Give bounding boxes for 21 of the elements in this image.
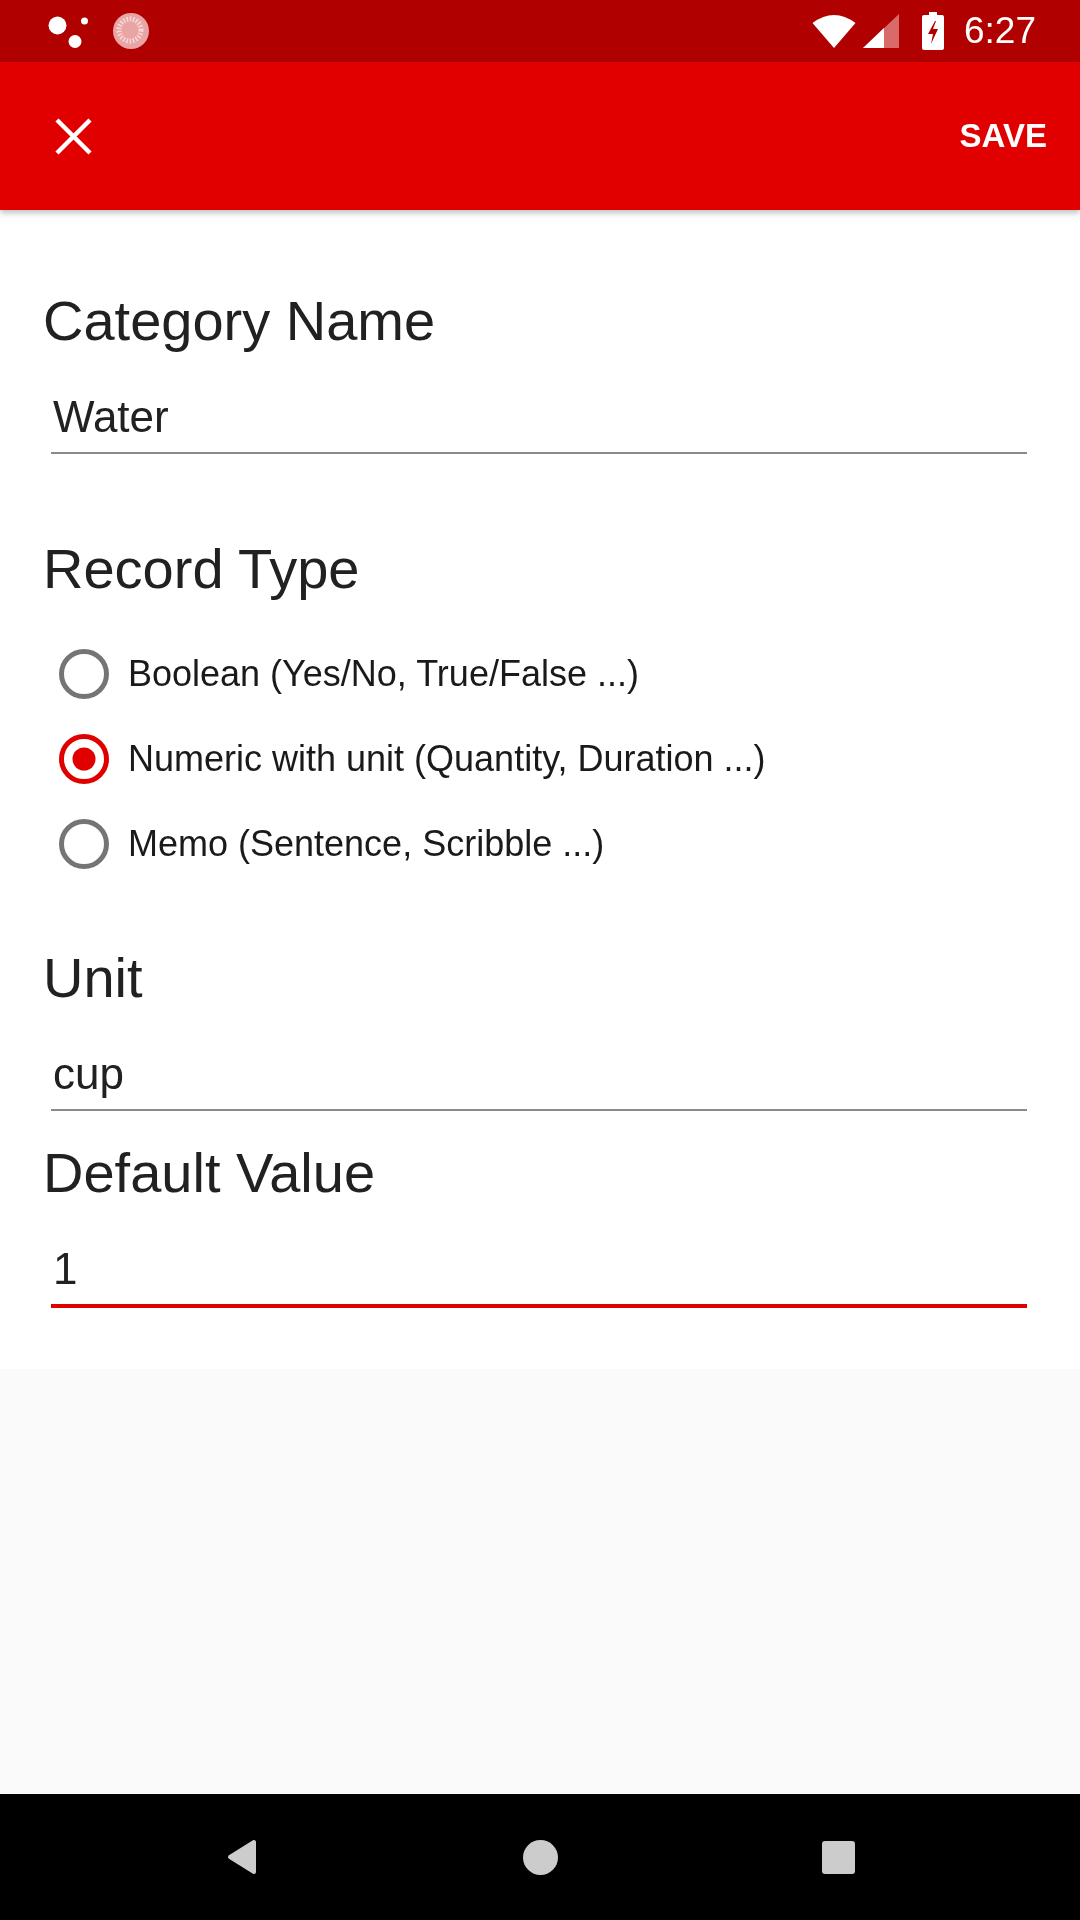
back-icon[interactable] (227, 1839, 257, 1875)
save-button[interactable]: SAVE (959, 116, 1047, 156)
field-label: Default Value (43, 1140, 376, 1206)
dots-icon (48, 14, 88, 48)
group-label: Record Type (43, 536, 360, 602)
input-field[interactable]: Water (51, 382, 1027, 454)
radio-option[interactable]: Boolean (Yes/No, True/False ...) (59, 648, 639, 699)
radio-option[interactable]: Numeric with unit (Quantity, Duration ...) (59, 733, 766, 784)
wifi-icon (812, 14, 856, 48)
field-label: Unit (43, 945, 143, 1011)
radio-option[interactable]: Memo (Sentence, Scribble ...) (59, 818, 605, 869)
input-field[interactable]: 1 (51, 1234, 1027, 1308)
recents-icon[interactable] (821, 1840, 855, 1874)
field-label: Category Name (43, 288, 436, 354)
home-icon[interactable] (522, 1839, 558, 1875)
status-time: 6:27 (964, 9, 1036, 53)
battery-charging-icon (922, 12, 944, 50)
signal-icon (863, 14, 899, 48)
close-icon[interactable] (55, 117, 92, 155)
dashed-circle-icon (112, 12, 150, 50)
input-field[interactable]: cup (51, 1039, 1027, 1111)
